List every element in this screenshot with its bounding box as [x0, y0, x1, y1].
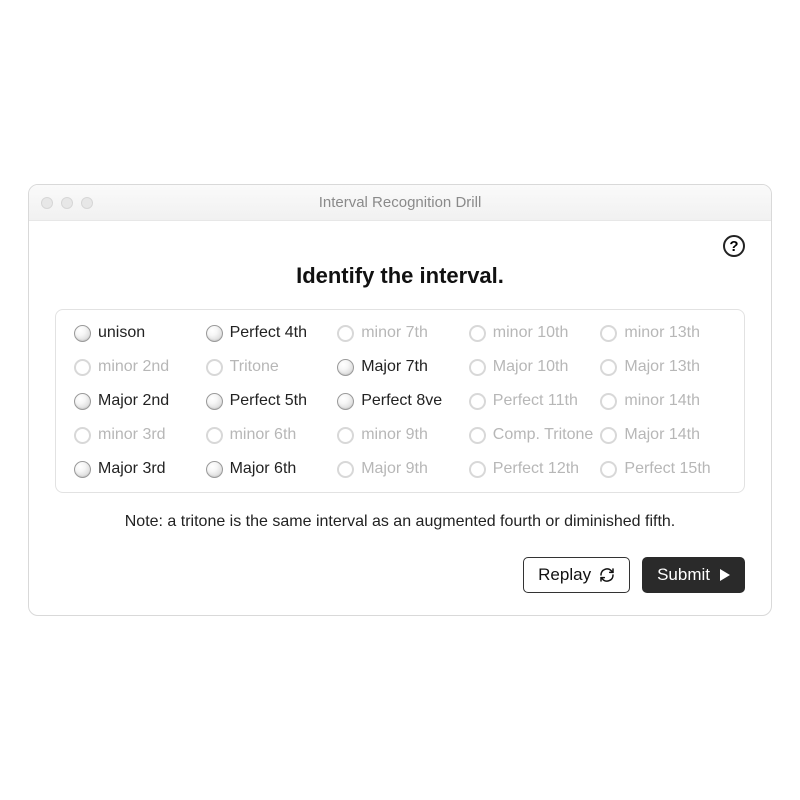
- interval-option: minor 6th: [206, 426, 332, 444]
- interval-option-label: Tritone: [230, 358, 279, 376]
- radio-icon: [337, 427, 354, 444]
- prompt-heading: Identify the interval.: [55, 263, 745, 289]
- interval-option: minor 14th: [600, 392, 726, 410]
- action-buttons: Replay Submit: [55, 557, 745, 593]
- interval-option-label: minor 6th: [230, 426, 297, 444]
- interval-option-label: Perfect 11th: [493, 392, 578, 410]
- radio-icon: [337, 393, 354, 410]
- interval-option: Major 13th: [600, 358, 726, 376]
- interval-option: Major 9th: [337, 460, 463, 478]
- interval-option-label: minor 2nd: [98, 358, 169, 376]
- radio-icon: [469, 359, 486, 376]
- interval-option-label: Major 10th: [493, 358, 569, 376]
- radio-icon: [469, 427, 486, 444]
- interval-option-label: Perfect 5th: [230, 392, 307, 410]
- titlebar: Interval Recognition Drill: [29, 185, 771, 221]
- interval-option-label: Major 9th: [361, 460, 428, 478]
- play-icon: [720, 569, 730, 581]
- radio-icon: [469, 393, 486, 410]
- submit-button[interactable]: Submit: [642, 557, 745, 593]
- interval-option-label: Major 14th: [624, 426, 700, 444]
- radio-icon: [600, 325, 617, 342]
- interval-option: Perfect 15th: [600, 460, 726, 478]
- interval-option-label: minor 7th: [361, 324, 428, 342]
- interval-option: Perfect 12th: [469, 460, 595, 478]
- interval-option[interactable]: Perfect 5th: [206, 392, 332, 410]
- radio-icon: [74, 325, 91, 342]
- radio-icon: [206, 359, 223, 376]
- interval-option-label: Major 6th: [230, 460, 297, 478]
- interval-option-label: Perfect 8ve: [361, 392, 442, 410]
- interval-option: Tritone: [206, 358, 332, 376]
- interval-option-label: minor 13th: [624, 324, 700, 342]
- interval-option: Major 10th: [469, 358, 595, 376]
- maximize-window-button[interactable]: [81, 197, 93, 209]
- interval-option: minor 2nd: [74, 358, 200, 376]
- interval-option-label: minor 9th: [361, 426, 428, 444]
- interval-option: minor 9th: [337, 426, 463, 444]
- interval-option: minor 3rd: [74, 426, 200, 444]
- interval-option[interactable]: Major 2nd: [74, 392, 200, 410]
- interval-option[interactable]: Perfect 4th: [206, 324, 332, 342]
- submit-label: Submit: [657, 565, 710, 585]
- help-icon: ?: [729, 238, 738, 255]
- interval-option-label: minor 10th: [493, 324, 569, 342]
- radio-icon: [206, 427, 223, 444]
- content-area: ? Identify the interval. unison minor 2nd…: [29, 221, 771, 615]
- interval-option: minor 7th: [337, 324, 463, 342]
- interval-option-label: Perfect 4th: [230, 324, 307, 342]
- interval-option: Comp. Tritone: [469, 426, 595, 444]
- radio-icon: [600, 393, 617, 410]
- interval-option-label: Major 7th: [361, 358, 428, 376]
- interval-option: minor 10th: [469, 324, 595, 342]
- app-window: Interval Recognition Drill ? Identify th…: [28, 184, 772, 616]
- interval-option: Major 14th: [600, 426, 726, 444]
- interval-option: minor 13th: [600, 324, 726, 342]
- close-window-button[interactable]: [41, 197, 53, 209]
- tritone-note: Note: a tritone is the same interval as …: [55, 513, 745, 531]
- refresh-icon: [599, 567, 615, 583]
- radio-icon: [206, 461, 223, 478]
- interval-option[interactable]: Major 7th: [337, 358, 463, 376]
- options-panel: unison minor 2nd Major 2nd minor 3rd Major 3…: [55, 309, 745, 493]
- interval-option[interactable]: Major 6th: [206, 460, 332, 478]
- interval-option-label: minor 3rd: [98, 426, 166, 444]
- interval-option-label: Major 2nd: [98, 392, 169, 410]
- interval-option-label: Perfect 12th: [493, 460, 579, 478]
- radio-icon: [74, 359, 91, 376]
- radio-icon: [337, 461, 354, 478]
- radio-icon: [600, 427, 617, 444]
- help-button[interactable]: ?: [723, 235, 745, 257]
- interval-option-label: Major 13th: [624, 358, 700, 376]
- radio-icon: [337, 325, 354, 342]
- interval-option[interactable]: Major 3rd: [74, 460, 200, 478]
- minimize-window-button[interactable]: [61, 197, 73, 209]
- radio-icon: [206, 393, 223, 410]
- interval-option-label: unison: [98, 324, 145, 342]
- interval-option-label: minor 14th: [624, 392, 700, 410]
- options-grid: unison minor 2nd Major 2nd minor 3rd Major 3…: [74, 324, 726, 478]
- radio-icon: [206, 325, 223, 342]
- radio-icon: [74, 393, 91, 410]
- replay-label: Replay: [538, 565, 591, 585]
- radio-icon: [600, 461, 617, 478]
- interval-option[interactable]: Perfect 8ve: [337, 392, 463, 410]
- radio-icon: [469, 461, 486, 478]
- replay-button[interactable]: Replay: [523, 557, 630, 593]
- interval-option-label: Major 3rd: [98, 460, 166, 478]
- radio-icon: [600, 359, 617, 376]
- interval-option: Perfect 11th: [469, 392, 595, 410]
- radio-icon: [74, 427, 91, 444]
- radio-icon: [337, 359, 354, 376]
- interval-option-label: Comp. Tritone: [493, 426, 593, 444]
- interval-option-label: Perfect 15th: [624, 460, 710, 478]
- window-title: Interval Recognition Drill: [29, 194, 771, 211]
- radio-icon: [74, 461, 91, 478]
- window-controls: [29, 197, 93, 209]
- interval-option[interactable]: unison: [74, 324, 200, 342]
- radio-icon: [469, 325, 486, 342]
